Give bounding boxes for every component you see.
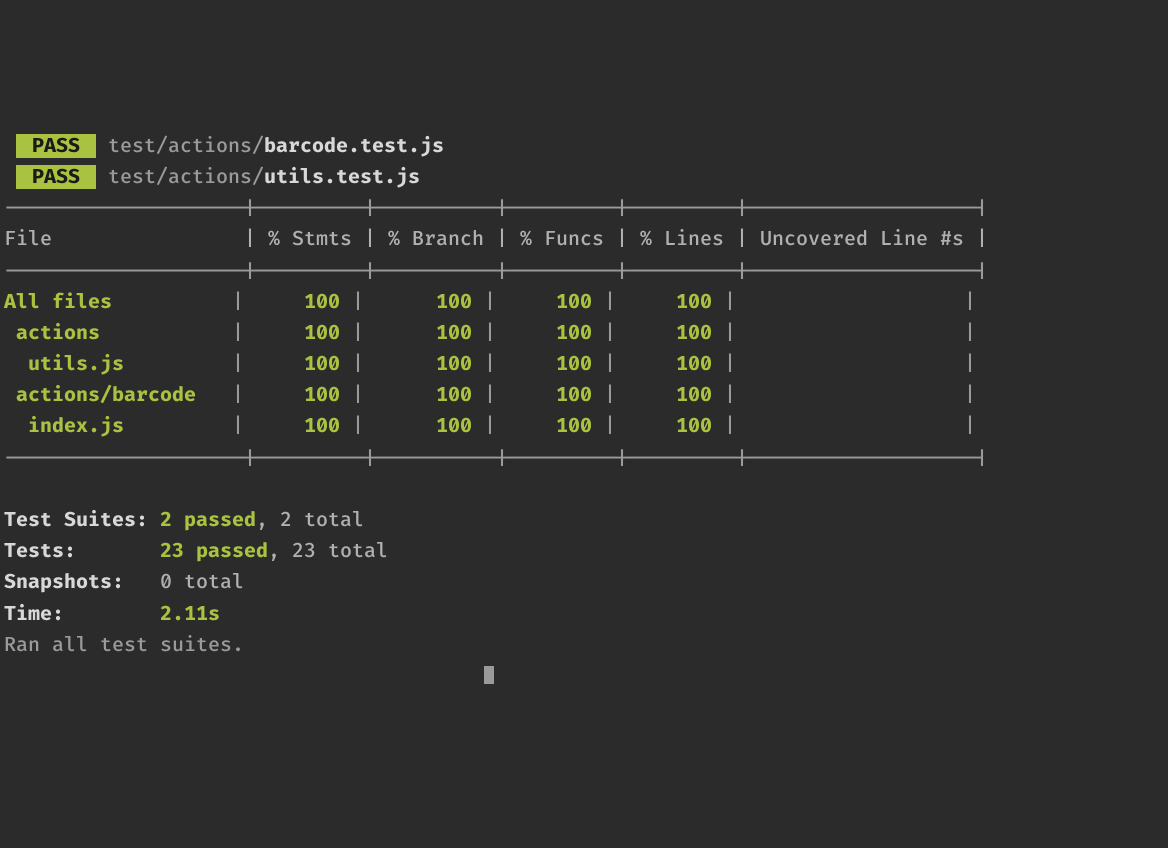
test-pass-line: PASS test/actions/barcode.test.js xyxy=(4,131,1164,162)
coverage-uncovered xyxy=(748,352,964,376)
test-path: test/actions/ xyxy=(108,134,264,158)
coverage-file: actions xyxy=(4,321,232,345)
summary-suites: Test Suites: 2 passed, 2 total xyxy=(4,505,1164,536)
coverage-lines: 100 xyxy=(628,290,712,314)
summary-time: Time: 2.11s xyxy=(4,599,1164,630)
coverage-funcs: 100 xyxy=(508,290,592,314)
coverage-stmts: 100 xyxy=(256,321,340,345)
coverage-row: All files | 100 | 100 | 100 | 100 | | xyxy=(4,287,1164,318)
coverage-header: File | % Stmts | % Branch | % Funcs | % … xyxy=(4,224,1164,255)
coverage-branch: 100 xyxy=(376,414,472,438)
coverage-branch: 100 xyxy=(376,383,472,407)
coverage-divider: --------------------|---------|---------… xyxy=(4,256,1164,287)
coverage-lines: 100 xyxy=(628,352,712,376)
coverage-row: actions/barcode | 100 | 100 | 100 | 100 … xyxy=(4,380,1164,411)
coverage-row: index.js | 100 | 100 | 100 | 100 | | xyxy=(4,411,1164,442)
test-filename: barcode.test.js xyxy=(264,134,444,158)
coverage-funcs: 100 xyxy=(508,414,592,438)
coverage-stmts: 100 xyxy=(256,352,340,376)
coverage-file: utils.js xyxy=(4,352,232,376)
coverage-stmts: 100 xyxy=(256,414,340,438)
coverage-stmts: 100 xyxy=(256,383,340,407)
test-path: test/actions/ xyxy=(108,165,264,189)
coverage-branch: 100 xyxy=(376,290,472,314)
coverage-file: All files xyxy=(4,290,232,314)
summary-tests: Tests: 23 passed, 23 total xyxy=(4,536,1164,567)
coverage-uncovered xyxy=(748,321,964,345)
terminal-output: PASS test/actions/barcode.test.js PASS t… xyxy=(4,131,1164,692)
test-filename: utils.test.js xyxy=(264,165,420,189)
summary-snapshots: Snapshots: 0 total xyxy=(4,567,1164,598)
cursor xyxy=(484,666,494,684)
coverage-row: utils.js | 100 | 100 | 100 | 100 | | xyxy=(4,349,1164,380)
coverage-file: index.js xyxy=(4,414,232,438)
coverage-stmts: 100 xyxy=(256,290,340,314)
coverage-lines: 100 xyxy=(628,321,712,345)
coverage-uncovered xyxy=(748,383,964,407)
coverage-lines: 100 xyxy=(628,414,712,438)
coverage-uncovered xyxy=(748,290,964,314)
test-pass-line: PASS test/actions/utils.test.js xyxy=(4,162,1164,193)
coverage-lines: 100 xyxy=(628,383,712,407)
coverage-branch: 100 xyxy=(376,321,472,345)
pass-badge: PASS xyxy=(16,165,96,189)
summary-ran: Ran all test suites. xyxy=(4,630,1164,661)
coverage-funcs: 100 xyxy=(508,383,592,407)
coverage-funcs: 100 xyxy=(508,321,592,345)
coverage-file: actions/barcode xyxy=(4,383,232,407)
coverage-divider: --------------------|---------|---------… xyxy=(4,443,1164,474)
coverage-funcs: 100 xyxy=(508,352,592,376)
coverage-row: actions | 100 | 100 | 100 | 100 | | xyxy=(4,318,1164,349)
coverage-branch: 100 xyxy=(376,352,472,376)
coverage-uncovered xyxy=(748,414,964,438)
coverage-divider: --------------------|---------|---------… xyxy=(4,193,1164,224)
pass-badge: PASS xyxy=(16,134,96,158)
